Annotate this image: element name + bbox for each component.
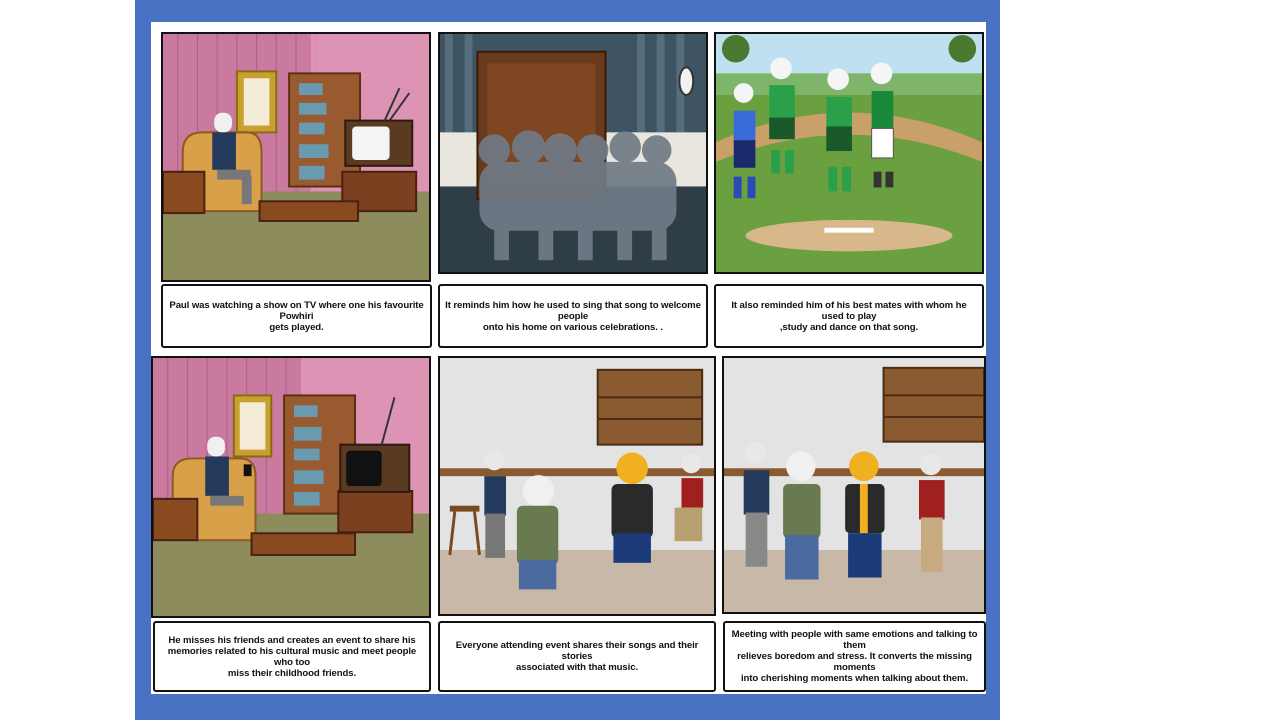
panel-1-image (161, 32, 431, 282)
panel-5-image (438, 356, 716, 616)
panel-5-caption: Everyone attending event shares their so… (438, 621, 716, 692)
panel-5-caption-text: Everyone attending event shares their so… (455, 640, 699, 673)
panel-3-caption: It also reminded him of his best mates w… (714, 284, 984, 348)
panel-4-caption: He misses his friends and creates an eve… (153, 621, 431, 692)
panel-2-caption-text: It reminds him how he used to sing that … (445, 299, 701, 333)
panel-4-caption-text: He misses his friends and creates an eve… (167, 634, 417, 679)
panel-1-caption: Paul was watching a show on TV where one… (161, 284, 432, 348)
panel-1-caption-text: Paul was watching a show on TV where one… (169, 299, 424, 333)
panel-2-caption: It reminds him how he used to sing that … (438, 284, 708, 348)
panel-4-image (151, 356, 431, 618)
panel-6-caption: Meeting with people with same emotions a… (723, 621, 986, 692)
panel-3-caption-text: It also reminded him of his best mates w… (731, 299, 967, 333)
panel-2-image (438, 32, 708, 274)
panel-6-caption-text: Meeting with people with same emotions a… (731, 629, 978, 684)
panel-6-image (722, 356, 986, 614)
panel-3-image (714, 32, 984, 274)
